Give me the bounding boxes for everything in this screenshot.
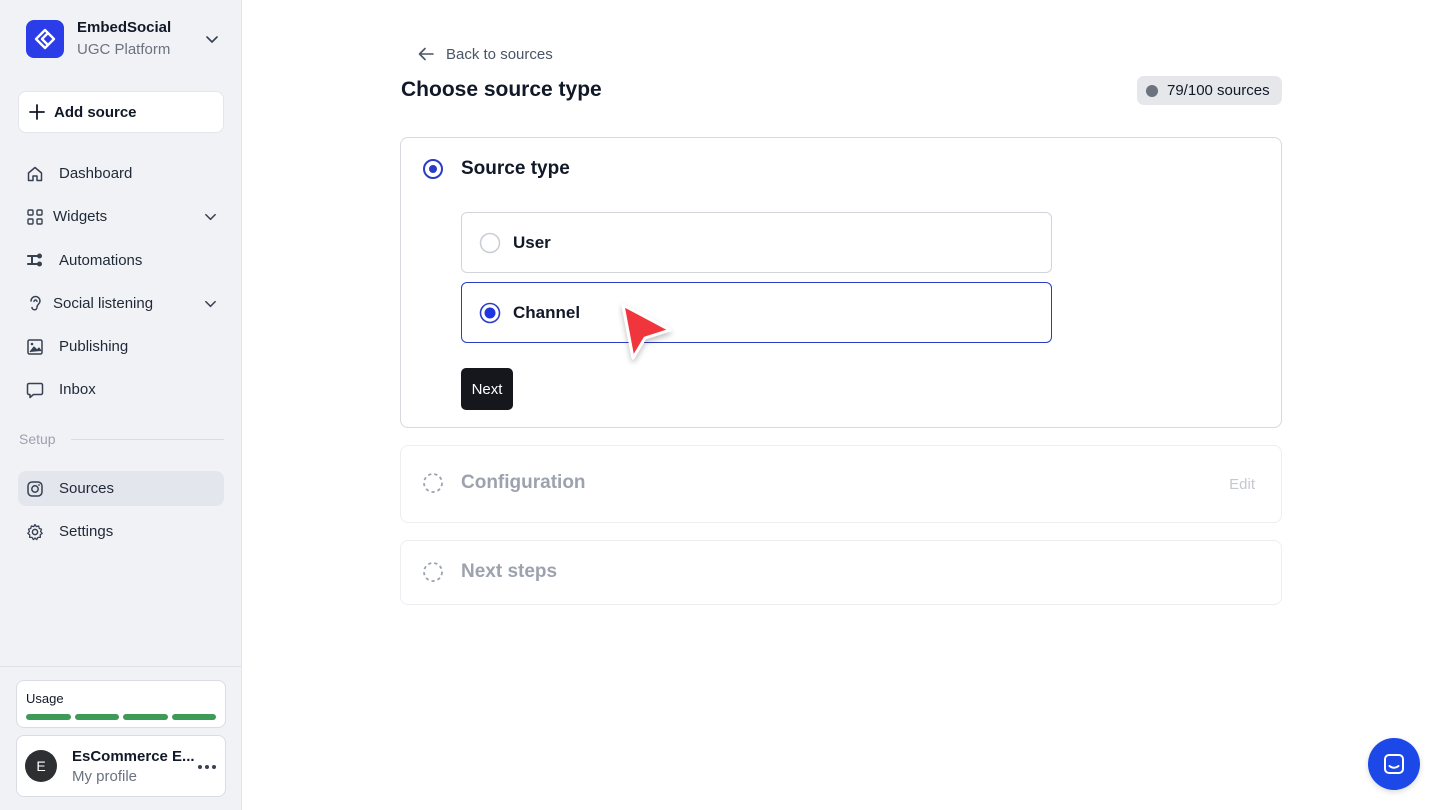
step-header: Configuration bbox=[422, 472, 586, 494]
sidebar-item-settings[interactable]: Settings bbox=[18, 514, 224, 549]
embedsocial-logo bbox=[26, 20, 64, 58]
setup-nav: Sources Settings bbox=[18, 471, 224, 558]
step-header: Next steps bbox=[422, 561, 557, 583]
radio-unselected-icon bbox=[479, 232, 501, 253]
edit-link[interactable]: Edit bbox=[1229, 476, 1255, 493]
step-next-steps: Next steps bbox=[400, 540, 1282, 605]
automations-icon bbox=[27, 253, 42, 267]
option-label: User bbox=[513, 232, 551, 252]
add-source-label: Add source bbox=[54, 103, 137, 121]
plus-icon bbox=[29, 104, 45, 120]
image-icon bbox=[27, 338, 43, 355]
page-title: Choose source type bbox=[401, 78, 602, 101]
step-title: Source type bbox=[461, 158, 570, 179]
step-source-type: Source type User Channel Next bbox=[400, 137, 1282, 428]
section-divider bbox=[71, 439, 224, 440]
sources-count-badge: 79/100 sources bbox=[1137, 76, 1282, 105]
chat-support-button[interactable] bbox=[1368, 738, 1420, 790]
gear-icon bbox=[27, 523, 43, 541]
status-dot bbox=[1146, 84, 1158, 97]
sidebar-item-widgets[interactable]: Widgets bbox=[18, 199, 224, 234]
usage-bar bbox=[26, 714, 71, 720]
arrow-left-icon bbox=[418, 47, 434, 61]
step-configuration: Configuration Edit bbox=[400, 445, 1282, 523]
usage-bar bbox=[123, 714, 168, 720]
add-source-button[interactable]: Add source bbox=[18, 91, 224, 133]
instagram-icon bbox=[27, 480, 43, 497]
chat-icon bbox=[1384, 754, 1404, 774]
step-header: Source type bbox=[422, 158, 570, 180]
usage-bar bbox=[74, 714, 119, 720]
step-active-icon bbox=[423, 159, 443, 179]
profile-name: EsCommerce E... bbox=[72, 747, 195, 765]
chevron-down-icon bbox=[206, 36, 218, 43]
usage-label: Usage bbox=[26, 691, 64, 706]
avatar: E bbox=[25, 750, 57, 782]
workspace-switcher[interactable]: EmbedSocial UGC Platform bbox=[26, 19, 226, 59]
usage-card[interactable]: Usage bbox=[16, 680, 226, 728]
sidebar-item-social-listening[interactable]: Social listening bbox=[18, 286, 224, 321]
more-options-icon[interactable] bbox=[197, 764, 217, 770]
radio-selected-icon bbox=[479, 302, 501, 323]
step-pending-icon bbox=[423, 562, 443, 582]
option-channel[interactable]: Channel bbox=[461, 282, 1052, 343]
step-pending-icon bbox=[423, 473, 443, 493]
sidebar-item-label: Social listening bbox=[53, 294, 154, 312]
sidebar-item-label: Sources bbox=[59, 480, 115, 497]
main-nav: Dashboard Widgets Automations Social lis… bbox=[18, 156, 224, 416]
sidebar-item-automations[interactable]: Automations bbox=[18, 243, 224, 278]
chevron-down-icon[interactable] bbox=[203, 296, 218, 311]
step-title: Configuration bbox=[461, 472, 586, 493]
sidebar-divider bbox=[0, 666, 242, 667]
sidebar: EmbedSocial UGC Platform Add source Dash… bbox=[0, 0, 242, 810]
profile-subtitle: My profile bbox=[72, 767, 138, 785]
option-label: Channel bbox=[513, 302, 581, 322]
back-to-sources-link[interactable]: Back to sources bbox=[417, 45, 553, 63]
profile-card[interactable]: E EsCommerce E... My profile bbox=[16, 735, 226, 797]
sidebar-item-label: Inbox bbox=[59, 381, 96, 399]
ear-icon bbox=[30, 296, 41, 311]
chevron-down-icon[interactable] bbox=[203, 209, 218, 224]
sidebar-item-label: Automations bbox=[59, 251, 143, 269]
back-label: Back to sources bbox=[446, 45, 553, 63]
sidebar-item-sources[interactable]: Sources bbox=[18, 471, 224, 506]
usage-bar bbox=[171, 714, 216, 720]
sidebar-item-publishing[interactable]: Publishing bbox=[18, 329, 224, 364]
section-label-setup: Setup bbox=[19, 431, 56, 447]
chat-bubble-icon bbox=[26, 382, 44, 399]
option-user[interactable]: User bbox=[461, 212, 1052, 273]
usage-bars bbox=[26, 714, 216, 720]
home-icon bbox=[27, 166, 43, 181]
sources-count: 79/100 sources bbox=[1167, 82, 1270, 99]
brand-name: EmbedSocial bbox=[77, 18, 172, 36]
sidebar-item-inbox[interactable]: Inbox bbox=[18, 372, 224, 407]
sidebar-item-label: Widgets bbox=[53, 208, 108, 226]
sidebar-item-label: Settings bbox=[59, 523, 114, 541]
step-title: Next steps bbox=[461, 561, 558, 582]
sidebar-item-label: Dashboard bbox=[59, 165, 133, 182]
sidebar-item-label: Publishing bbox=[59, 338, 129, 356]
next-button[interactable]: Next bbox=[461, 368, 513, 410]
sidebar-item-dashboard[interactable]: Dashboard bbox=[18, 156, 224, 191]
grid-icon bbox=[27, 209, 43, 225]
brand-subtitle: UGC Platform bbox=[77, 40, 171, 58]
